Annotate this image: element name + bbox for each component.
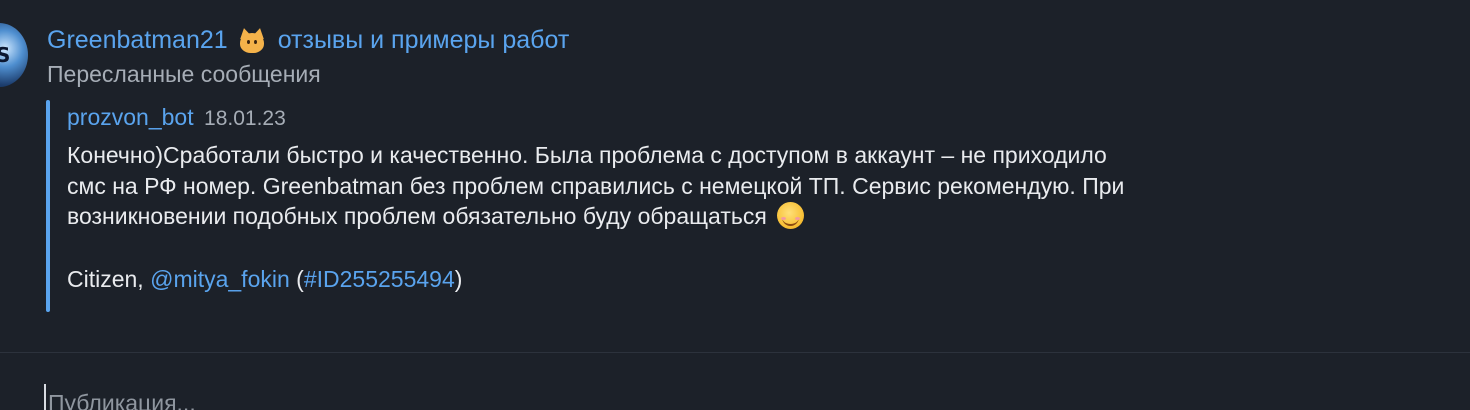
message-line: смс на РФ номер. Greenbatman без проблем… xyxy=(67,172,1125,199)
forward-quote-bar xyxy=(46,100,50,312)
hashtag-link[interactable]: #ID255255494 xyxy=(304,266,455,292)
post-header[interactable]: Greenbatman21 отзывы и примеры работ xyxy=(47,26,569,55)
forwarded-messages-label: Пересланные сообщения xyxy=(47,61,321,87)
message-line-last: возникновении подобных проблем обязатель… xyxy=(67,201,1357,232)
forwarded-message-text: Конечно)Сработали быстро и качественно. … xyxy=(67,140,1357,232)
signature-prefix: Citizen, xyxy=(67,266,151,292)
channel-suffix[interactable]: отзывы и примеры работ xyxy=(278,26,570,55)
forwarded-header: prozvon_bot 18.01.23 xyxy=(67,104,286,131)
channel-name[interactable]: Greenbatman21 xyxy=(47,26,228,55)
signature-open: ( xyxy=(289,266,304,292)
composer-divider xyxy=(0,352,1470,353)
publication-input[interactable] xyxy=(48,388,648,410)
forwarded-author[interactable]: prozvon_bot xyxy=(67,104,194,130)
channel-avatar[interactable]: S xyxy=(0,23,28,87)
message-line-text: возникновении подобных проблем обязатель… xyxy=(67,203,767,229)
signature-close: ) xyxy=(454,266,463,292)
cat-face-icon xyxy=(237,26,266,54)
channel-post-view: S Greenbatman21 отзывы и примеры работ П… xyxy=(0,0,1470,410)
mention-link[interactable]: @mitya_fokin xyxy=(150,266,290,292)
text-caret xyxy=(44,384,46,410)
avatar-glyph: S xyxy=(0,43,11,67)
review-signature: Citizen, @mitya_fokin (#ID255255494) xyxy=(67,266,462,293)
forwarded-date: 18.01.23 xyxy=(204,107,286,130)
message-line: Конечно)Сработали быстро и качественно. … xyxy=(67,142,1107,168)
smiling-face-icon xyxy=(777,202,805,229)
